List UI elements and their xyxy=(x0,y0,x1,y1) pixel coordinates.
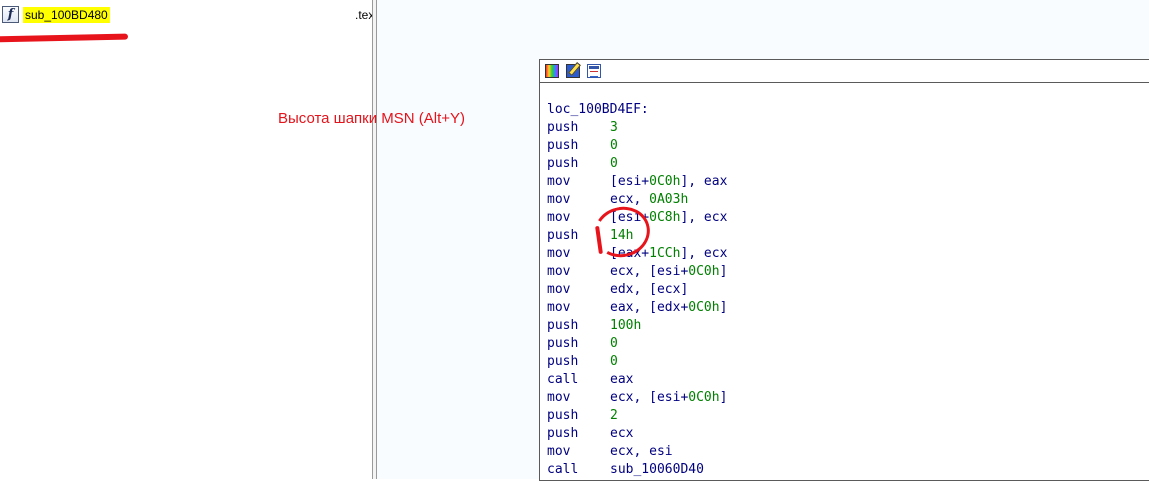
operand-text: ecx, xyxy=(610,192,650,207)
code-line[interactable]: push 0 xyxy=(547,155,727,173)
code-line[interactable]: push 0 xyxy=(547,335,727,353)
operand-number: 100h xyxy=(610,318,642,333)
operand-text: ], ecx xyxy=(680,246,728,261)
code-line[interactable]: push 100h xyxy=(547,317,727,335)
code-line[interactable]: mov ecx, [esi+0C0h] xyxy=(547,263,727,281)
operand-number: 0C0h xyxy=(688,264,720,279)
operand-text: ecx, esi xyxy=(610,444,673,459)
instruction-mnemonic: mov xyxy=(547,444,571,459)
operand-text: eax, [edx+ xyxy=(610,300,689,315)
operand-number: 1CCh xyxy=(649,246,681,261)
code-line[interactable]: mov ecx, 0A03h xyxy=(547,191,727,209)
code-line[interactable]: push 0 xyxy=(547,137,727,155)
operand-text: ] xyxy=(719,390,728,405)
node-toolbar xyxy=(540,60,1149,83)
instruction-mnemonic: push xyxy=(547,156,579,171)
disassembly-listing: loc_100BD4EF: push 3 push 0 push 0 mov [esi+0C0… xyxy=(547,101,727,479)
code-line[interactable]: call sub_10060D40 xyxy=(547,461,727,479)
operand-text: eax xyxy=(610,372,634,387)
instruction-mnemonic: mov xyxy=(547,264,571,279)
instruction-mnemonic: mov xyxy=(547,192,571,207)
instruction-mnemonic: mov xyxy=(547,282,571,297)
annotation-text: Высота шапки MSN (Alt+Y) xyxy=(278,110,466,127)
edit-pencil-icon[interactable] xyxy=(566,64,580,78)
instruction-mnemonic: call xyxy=(547,372,579,387)
code-line[interactable]: mov ecx, esi xyxy=(547,443,727,461)
instruction-mnemonic: push xyxy=(547,354,579,369)
operand-text: ] xyxy=(719,300,728,315)
code-line[interactable]: call eax xyxy=(547,371,727,389)
function-segment: .text xyxy=(355,8,372,22)
operand-number: 0 xyxy=(610,336,618,351)
instruction-mnemonic: call xyxy=(547,462,579,477)
operand-text: ], ecx xyxy=(680,210,728,225)
operand-text: [esi+ xyxy=(610,174,650,189)
instruction-mnemonic: push xyxy=(547,138,579,153)
functions-window: f sub_100BD480 .text xyxy=(0,0,372,479)
color-palette-icon[interactable] xyxy=(545,64,559,78)
operand-number: 0C0h xyxy=(688,390,720,405)
instruction-mnemonic: push xyxy=(547,336,579,351)
operand-text: ecx, [esi+ xyxy=(610,264,689,279)
code-line[interactable]: mov eax, [edx+0C0h] xyxy=(547,299,727,317)
instruction-mnemonic: mov xyxy=(547,300,571,315)
operand-text: ] xyxy=(719,264,728,279)
operand-number: 0C8h xyxy=(649,210,681,225)
operand-number: 2 xyxy=(610,408,618,423)
operand-number: 3 xyxy=(610,120,618,135)
code-line[interactable]: mov ecx, [esi+0C0h] xyxy=(547,389,727,407)
operand-number: 0C0h xyxy=(649,174,681,189)
code-block-node[interactable]: loc_100BD4EF: push 3 push 0 push 0 mov [esi+0C0… xyxy=(539,59,1149,481)
graph-overview-icon[interactable] xyxy=(587,64,601,78)
instruction-mnemonic: push xyxy=(547,426,579,441)
operand-text: ], eax xyxy=(680,174,728,189)
code-line[interactable]: push 2 xyxy=(547,407,727,425)
code-line[interactable]: push 3 xyxy=(547,119,727,137)
operand-number: 0 xyxy=(610,138,618,153)
operand-text: ecx xyxy=(610,426,634,441)
red-underline-marking xyxy=(0,33,129,43)
operand-number: 0A03h xyxy=(649,192,689,207)
instruction-mnemonic: push xyxy=(547,408,579,423)
operand-text: ecx, [esi+ xyxy=(610,390,689,405)
function-row-sub-100bd480[interactable]: f sub_100BD480 .text xyxy=(0,3,372,25)
operand-number: 0 xyxy=(610,354,618,369)
code-line[interactable]: push 0 xyxy=(547,353,727,371)
operand-number: 0C0h xyxy=(688,300,720,315)
instruction-mnemonic: push xyxy=(547,120,579,135)
code-line[interactable]: mov [esi+0C0h], eax xyxy=(547,173,727,191)
code-line[interactable]: mov edx, [ecx] xyxy=(547,281,727,299)
instruction-mnemonic: push xyxy=(547,318,579,333)
function-name[interactable]: sub_100BD480 xyxy=(23,7,110,23)
operand-text: edx, [ecx] xyxy=(610,282,689,297)
code-label[interactable]: loc_100BD4EF: xyxy=(547,101,727,119)
instruction-mnemonic: mov xyxy=(547,174,571,189)
instruction-mnemonic: mov xyxy=(547,390,571,405)
function-f-icon: f xyxy=(2,6,19,23)
operand-text: sub_10060D40 xyxy=(610,462,704,477)
operand-number: 0 xyxy=(610,156,618,171)
code-line[interactable]: push ecx xyxy=(547,425,727,443)
